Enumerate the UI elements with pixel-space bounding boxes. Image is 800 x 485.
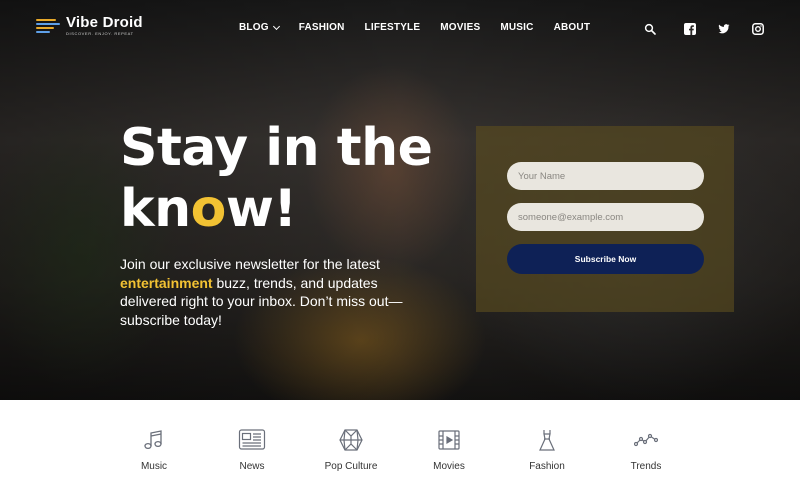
- dress-icon: [539, 430, 555, 451]
- music-note-icon: [144, 430, 162, 450]
- category-trends[interactable]: Trends: [601, 428, 691, 472]
- site-logo[interactable]: Vibe Droid DISCOVER. ENJOY. REPEAT: [36, 15, 143, 36]
- nav-item-fashion[interactable]: FASHION: [299, 22, 345, 33]
- chevron-down-icon: [272, 22, 280, 30]
- nav-item-music[interactable]: MUSIC: [500, 22, 533, 33]
- twitter-icon[interactable]: [717, 22, 731, 36]
- category-movies[interactable]: Movies: [404, 428, 494, 472]
- globe-icon: [339, 429, 363, 451]
- trend-line-icon: [634, 433, 658, 447]
- instagram-icon[interactable]: [751, 22, 765, 36]
- logo-mark-icon: [36, 16, 60, 36]
- email-input[interactable]: [507, 203, 704, 231]
- hero-section: Vibe Droid DISCOVER. ENJOY. REPEAT BLOG …: [0, 0, 800, 400]
- category-fashion[interactable]: Fashion: [502, 428, 592, 472]
- category-bar: Music News Pop Culture Movies Fashion Tr…: [0, 400, 800, 485]
- category-music[interactable]: Music: [109, 428, 199, 472]
- search-icon[interactable]: [643, 22, 657, 36]
- category-label: Music: [140, 461, 168, 472]
- category-pop-culture[interactable]: Pop Culture: [306, 428, 396, 472]
- subscribe-button[interactable]: Subscribe Now: [507, 244, 704, 274]
- logo-name: Vibe Droid: [66, 14, 143, 31]
- main-nav: BLOG FASHION LIFESTYLE MOVIES MUSIC ABOU…: [239, 22, 610, 33]
- category-label: Trends: [630, 461, 662, 472]
- category-label: Movies: [433, 461, 465, 472]
- nav-item-lifestyle[interactable]: LIFESTYLE: [365, 22, 421, 33]
- category-news[interactable]: News: [207, 428, 297, 472]
- hero-intro: Join our exclusive newsletter for the la…: [120, 256, 403, 328]
- category-label: Fashion: [529, 461, 565, 472]
- hero-headline: Stay in the know!: [120, 118, 433, 239]
- logo-tagline: DISCOVER. ENJOY. REPEAT: [66, 31, 134, 36]
- nav-item-about[interactable]: ABOUT: [554, 22, 591, 33]
- category-label: News: [239, 461, 265, 472]
- name-input[interactable]: [507, 162, 704, 190]
- category-label: Pop Culture: [324, 461, 378, 472]
- nav-item-movies[interactable]: MOVIES: [440, 22, 480, 33]
- nav-item-blog[interactable]: BLOG: [239, 22, 280, 33]
- header-icons: [643, 22, 765, 36]
- newspaper-icon: [238, 429, 266, 450]
- film-icon: [438, 430, 460, 450]
- facebook-icon[interactable]: [683, 22, 697, 36]
